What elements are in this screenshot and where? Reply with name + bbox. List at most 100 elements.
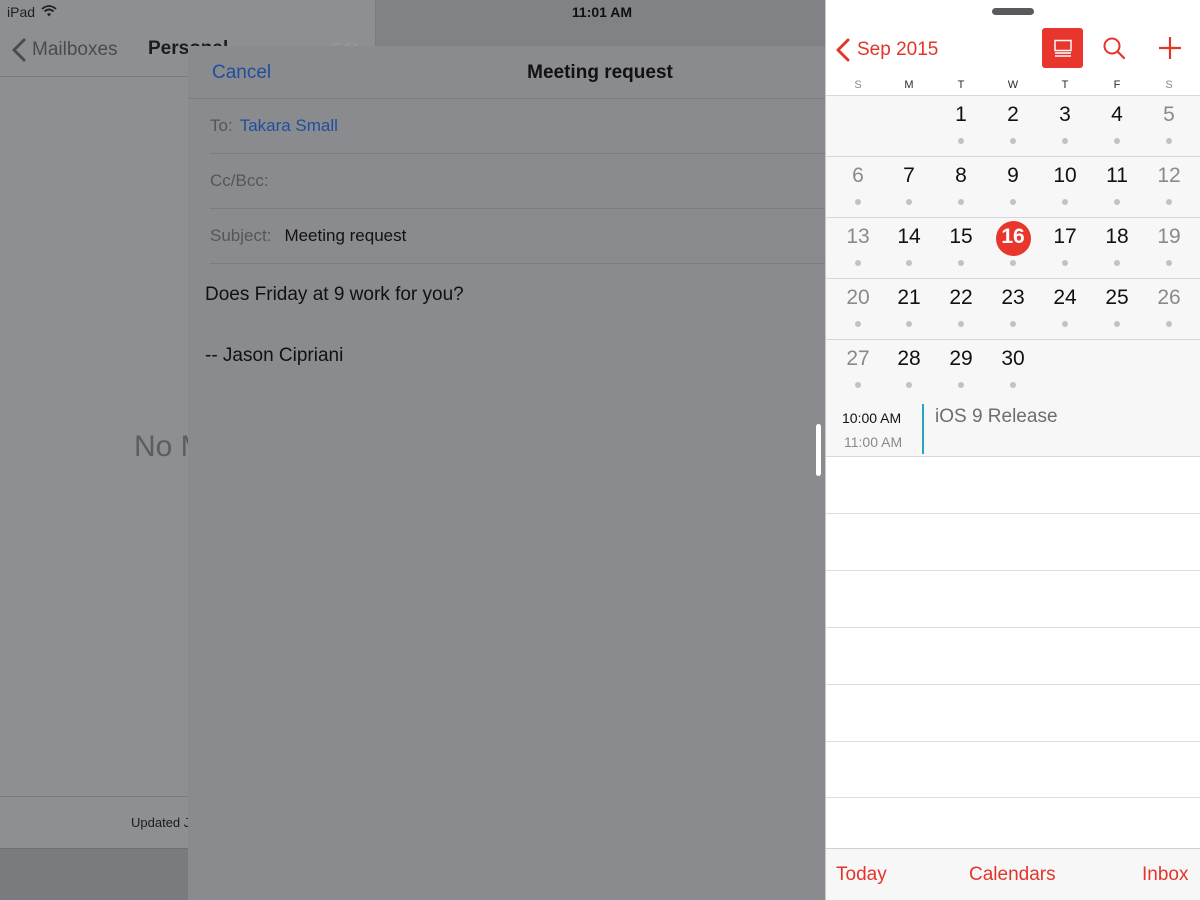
day-number: 29: [949, 347, 973, 370]
day-number: 19: [1157, 225, 1181, 248]
calendar-day[interactable]: 2: [987, 96, 1039, 156]
calendar-day[interactable]: 20: [832, 279, 884, 339]
today-button[interactable]: Today: [836, 864, 887, 886]
week-row: 13 14 15 16 17 18 19: [826, 218, 1200, 279]
day-dot: [1010, 138, 1016, 144]
calendar-day[interactable]: 12: [1143, 157, 1195, 217]
day-number: 5: [1163, 103, 1175, 126]
cancel-button[interactable]: Cancel: [212, 62, 271, 84]
empty-row-divider: [826, 684, 1200, 685]
split-view-drag-handle[interactable]: [816, 424, 821, 476]
day-number: 9: [1007, 164, 1019, 187]
calendar-day[interactable]: 14: [883, 218, 935, 278]
day-dot: [1010, 382, 1016, 388]
calendar-day[interactable]: 3: [1039, 96, 1091, 156]
calendar-day-today[interactable]: 16: [987, 218, 1039, 278]
day-dot: [1114, 138, 1120, 144]
calendar-day[interactable]: 9: [987, 157, 1039, 217]
mailboxes-back-label: Mailboxes: [32, 39, 118, 60]
subject-input[interactable]: Meeting request: [284, 226, 406, 246]
calendar-day[interactable]: 15: [935, 218, 987, 278]
calendar-day[interactable]: 11: [1091, 157, 1143, 217]
calendar-day[interactable]: 7: [883, 157, 935, 217]
day-number: 30: [1001, 347, 1025, 370]
calendar-day[interactable]: 5: [1143, 96, 1195, 156]
status-bar: iPad 11:01 AM: [0, 0, 825, 24]
calendars-button[interactable]: Calendars: [969, 864, 1056, 886]
day-number: 28: [897, 347, 921, 370]
day-dot: [906, 260, 912, 266]
calendar-day[interactable]: 28: [883, 340, 935, 400]
calendar-day[interactable]: 4: [1091, 96, 1143, 156]
calendar-day[interactable]: 27: [832, 340, 884, 400]
day-number: 7: [903, 164, 915, 187]
inbox-button[interactable]: Inbox: [1142, 864, 1188, 886]
calendar-day[interactable]: 30: [987, 340, 1039, 400]
day-number: 26: [1157, 286, 1181, 309]
empty-row-divider: [826, 797, 1200, 798]
recipient-token[interactable]: Takara Small: [240, 116, 338, 136]
day-number: 13: [846, 225, 870, 248]
calendar-day[interactable]: 10: [1039, 157, 1091, 217]
day-dot: [1062, 260, 1068, 266]
event-row[interactable]: 10:00 AM 11:00 AM iOS 9 Release: [826, 400, 1200, 457]
calendar-day[interactable]: 24: [1039, 279, 1091, 339]
calendar-day[interactable]: 13: [832, 218, 884, 278]
day-dot: [855, 260, 861, 266]
calendar-day[interactable]: 21: [883, 279, 935, 339]
day-number: 8: [955, 164, 967, 187]
calendar-day[interactable]: 6: [832, 157, 884, 217]
day-dot: [958, 321, 964, 327]
cc-bcc-field-row[interactable]: Cc/Bcc:: [210, 154, 825, 209]
subject-field-row[interactable]: Subject: Meeting request: [210, 209, 825, 264]
weekday-label: M: [904, 79, 914, 91]
weekday-header: S M T W T F S: [826, 78, 1200, 96]
day-dot: [1166, 138, 1172, 144]
weekday-label: T: [1061, 79, 1069, 91]
day-dot: [855, 382, 861, 388]
day-number: 14: [897, 225, 921, 248]
event-calendar-color-bar: [922, 404, 924, 454]
calendar-toolbar: Today Calendars Inbox: [826, 848, 1200, 900]
subject-label: Subject:: [210, 226, 272, 245]
calendar-day[interactable]: 25: [1091, 279, 1143, 339]
message-body[interactable]: Does Friday at 9 work for you? -- Jason …: [205, 280, 464, 402]
list-view-toggle-button[interactable]: [1042, 28, 1083, 68]
week-row: 20 21 22 23 24 25 26: [826, 279, 1200, 340]
day-dot: [1114, 260, 1120, 266]
calendar-day[interactable]: 19: [1143, 218, 1195, 278]
calendar-day[interactable]: 18: [1091, 218, 1143, 278]
calendar-day[interactable]: 17: [1039, 218, 1091, 278]
day-number: 6: [852, 164, 864, 187]
day-dot: [1114, 199, 1120, 205]
day-number: 23: [1001, 286, 1025, 309]
calendar-day[interactable]: 26: [1143, 279, 1195, 339]
day-number: 12: [1157, 164, 1181, 187]
day-number: 10: [1053, 164, 1077, 187]
calendar-day[interactable]: 22: [935, 279, 987, 339]
day-dot: [1166, 321, 1172, 327]
calendar-day[interactable]: 8: [935, 157, 987, 217]
day-number: 25: [1105, 286, 1129, 309]
day-number: 18: [1105, 225, 1129, 248]
event-title: iOS 9 Release: [935, 406, 1058, 427]
calendar-day[interactable]: 23: [987, 279, 1039, 339]
add-event-icon[interactable]: [1158, 36, 1182, 60]
day-number: 4: [1111, 103, 1123, 126]
slide-over-grabber[interactable]: [992, 8, 1034, 15]
empty-row-divider: [826, 513, 1200, 514]
calendar-day[interactable]: 29: [935, 340, 987, 400]
mailboxes-back-button[interactable]: Mailboxes: [10, 36, 118, 64]
day-dot: [958, 260, 964, 266]
calendar-day[interactable]: 1: [935, 96, 987, 156]
day-number: 3: [1059, 103, 1071, 126]
search-icon[interactable]: [1102, 36, 1126, 60]
day-number: 15: [949, 225, 973, 248]
day-number: 22: [949, 286, 973, 309]
day-dot: [906, 382, 912, 388]
day-dot: [958, 138, 964, 144]
to-field-row[interactable]: To: Takara Small: [210, 99, 825, 154]
day-dot: [1166, 260, 1172, 266]
month-back-button[interactable]: Sep 2015: [834, 35, 938, 65]
day-dot: [1010, 260, 1016, 266]
